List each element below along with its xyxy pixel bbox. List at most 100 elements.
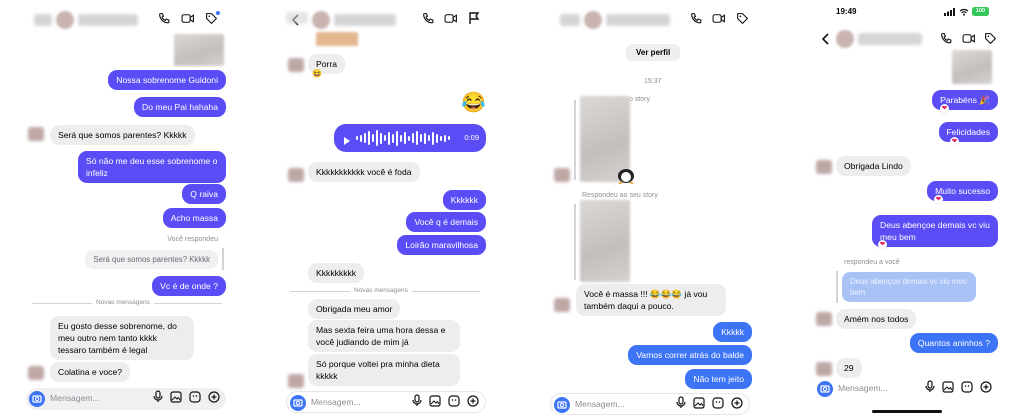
message-out[interactable]: Loirão maravilhosa [397, 235, 486, 255]
microphone-icon[interactable] [153, 390, 163, 408]
message-out[interactable]: Só não me deu esse sobrenome o infeliz [78, 151, 226, 183]
add-icon[interactable] [731, 396, 743, 414]
message-composer[interactable]: Mensagem... [286, 391, 486, 413]
gallery-icon[interactable] [429, 394, 441, 412]
camera-icon[interactable] [290, 395, 306, 411]
camera-icon[interactable] [554, 397, 570, 413]
message-out[interactable]: Quantos aninhos ? [909, 333, 998, 353]
emoji-message[interactable]: 😂 [461, 90, 486, 115]
sender-avatar [554, 298, 570, 312]
microphone-icon[interactable] [676, 396, 686, 414]
voice-message[interactable]: 0:09 [334, 124, 486, 152]
notification-dot [216, 11, 220, 15]
message-in[interactable]: 29 [836, 358, 862, 378]
contact-name[interactable] [606, 14, 670, 26]
flag-icon[interactable] [468, 12, 480, 25]
message-in[interactable]: Kkkkkkkkk [308, 263, 365, 283]
play-icon[interactable] [343, 133, 351, 151]
message-in[interactable]: Mas sexta feira uma hora dessa e você ju… [308, 320, 460, 352]
sticker-icon[interactable] [448, 394, 460, 412]
message-composer[interactable]: Mensagem... [550, 393, 750, 415]
camera-icon[interactable] [817, 381, 833, 397]
voice-waveform [356, 130, 450, 146]
message-in[interactable]: Obrigada Lindo [836, 156, 911, 176]
reply-quote[interactable]: Deus abençoe demais vc viu meu bem [842, 272, 976, 302]
message-out[interactable]: Não tem jeito [685, 369, 752, 389]
sender-avatar [816, 160, 832, 174]
camera-icon[interactable] [29, 391, 45, 407]
sender-avatar [816, 312, 832, 326]
message-in[interactable]: Só porque voltei pra minha dieta kkkkk [308, 354, 460, 386]
message-composer[interactable]: Mensagem... [26, 388, 226, 410]
chat-panel-1: Nossa sobrenome Guidoni Do meu Pai hahah… [22, 0, 234, 419]
message-out[interactable]: Nossa sobrenome Guidoni [108, 70, 226, 90]
message-composer[interactable]: Mensagem... [814, 378, 998, 400]
add-icon[interactable] [208, 390, 220, 408]
chat-panel-2: Porra 😆 😂 0:09 Kkkkkkkkkkk você é foda K… [280, 0, 494, 419]
tag-icon[interactable] [984, 32, 997, 45]
shared-photo-blurred[interactable] [952, 50, 992, 84]
message-out[interactable]: Deus abençoe demais vc viu meu bem [872, 215, 998, 247]
message-in[interactable]: Eu gosto desse sobrenome, do meu outro n… [50, 316, 194, 360]
timestamp: 15:37 [644, 78, 662, 85]
new-messages-label: Novas mensagens [350, 287, 412, 294]
contact-avatar[interactable] [56, 11, 74, 29]
microphone-icon[interactable] [412, 394, 422, 412]
message-in[interactable]: Amém nos todos [836, 309, 917, 329]
shared-media-blurred[interactable] [316, 32, 358, 46]
contact-name[interactable] [858, 33, 922, 45]
gallery-icon[interactable] [170, 390, 182, 408]
gallery-icon[interactable] [942, 380, 954, 398]
message-in[interactable]: Será que somos parentes? Kkkkk [50, 125, 195, 145]
sticker-icon[interactable] [961, 380, 973, 398]
tag-icon[interactable] [736, 12, 749, 25]
message-out[interactable]: Do meu Pai hahaha [134, 97, 226, 117]
contact-name[interactable] [334, 14, 396, 26]
reaction-emoji: 😆 [312, 69, 322, 78]
message-in[interactable]: Obrigada meu amor [308, 299, 401, 319]
reply-quote[interactable]: Será que somos parentes? Kkkkk [85, 250, 218, 269]
video-call-icon[interactable] [444, 12, 458, 25]
contact-avatar[interactable] [836, 30, 854, 48]
sender-avatar [554, 168, 570, 182]
see-profile-button[interactable]: Ver perfil [626, 44, 681, 61]
shared-photo-blurred[interactable] [174, 34, 224, 66]
message-out[interactable]: Felicidades [938, 122, 998, 142]
heart-reaction: ❤ [940, 104, 949, 113]
message-out[interactable]: Q raiva [182, 184, 226, 204]
microphone-icon[interactable] [925, 380, 935, 398]
sticker-icon[interactable] [712, 396, 724, 414]
phone-icon[interactable] [940, 32, 953, 45]
add-icon[interactable] [980, 380, 992, 398]
contact-avatar[interactable] [584, 11, 602, 29]
sender-avatar [28, 366, 44, 380]
new-messages-label: Novas mensagens [92, 299, 154, 306]
video-call-icon[interactable] [712, 12, 726, 25]
message-in[interactable]: Colatina e voce? [50, 362, 131, 382]
sender-avatar [288, 58, 304, 72]
phone-icon[interactable] [422, 12, 435, 25]
sticker-icon[interactable] [189, 390, 201, 408]
add-icon[interactable] [467, 394, 479, 412]
contact-avatar[interactable] [312, 11, 330, 29]
message-out[interactable]: Kkkkkk [442, 190, 486, 210]
story-bar [574, 204, 576, 280]
video-call-icon[interactable] [962, 32, 976, 45]
gallery-icon[interactable] [693, 396, 705, 414]
home-indicator[interactable] [872, 410, 942, 413]
header-blur [286, 12, 308, 24]
message-out[interactable]: Você q é demais [406, 212, 486, 232]
phone-icon[interactable] [690, 12, 703, 25]
message-out[interactable]: Vamos correr atrás do balde [628, 345, 752, 365]
message-in[interactable]: Você é massa !!! 😂😂😂 já vou também daqui… [576, 284, 726, 316]
contact-name[interactable] [78, 14, 138, 26]
message-out[interactable]: Acho massa [162, 208, 226, 228]
message-in[interactable]: Kkkkkkkkkkk você é foda [308, 162, 420, 182]
chat-panel-4: 19:49 100 Parabéns 🎉 ❤ Felicidades ❤ Obr… [806, 0, 1006, 419]
story-thumbnail[interactable] [580, 200, 630, 282]
phone-icon[interactable] [158, 12, 171, 25]
back-arrow-icon[interactable] [822, 33, 830, 45]
video-call-icon[interactable] [181, 12, 195, 25]
message-out[interactable]: Vc é de onde ? [152, 276, 226, 296]
message-out[interactable]: Kkkkk [713, 322, 752, 342]
